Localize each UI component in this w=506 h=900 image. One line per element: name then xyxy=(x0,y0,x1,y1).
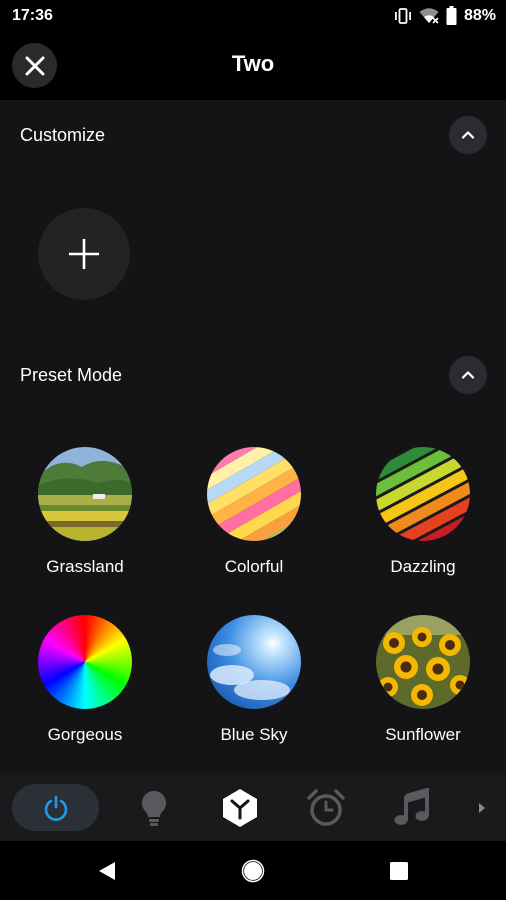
plus-icon xyxy=(69,239,99,269)
dazzling-stripes-image xyxy=(376,447,470,541)
system-nav-bar xyxy=(0,841,506,900)
back-icon xyxy=(99,862,115,880)
power-icon xyxy=(44,795,67,821)
battery-percentage: 88% xyxy=(463,6,496,24)
blue-sky-image xyxy=(207,615,301,709)
battery-icon xyxy=(446,6,457,25)
preset-label: Colorful xyxy=(224,557,284,576)
preset-label: Sunflower xyxy=(385,725,461,744)
recents-button[interactable] xyxy=(387,859,411,883)
home-icon xyxy=(241,859,265,883)
preset-item-colorful[interactable]: Colorful xyxy=(189,447,319,577)
preset-label: Gorgeous xyxy=(47,725,123,744)
tab-light[interactable] xyxy=(130,784,178,831)
back-button[interactable] xyxy=(95,859,119,883)
recents-icon xyxy=(390,862,408,880)
preset-item-dazzling[interactable]: Dazzling xyxy=(358,447,488,577)
preset-collapse-button[interactable] xyxy=(449,356,487,394)
tab-scene[interactable] xyxy=(216,784,264,831)
status-icons: 88% xyxy=(394,6,496,25)
sunflower-image xyxy=(376,615,470,709)
scene-cube-icon xyxy=(223,788,257,827)
tab-alarm[interactable] xyxy=(302,784,350,831)
preset-item-grassland[interactable]: Grassland xyxy=(20,447,150,577)
bottom-tab-bar xyxy=(0,773,506,841)
page-title: Two xyxy=(231,51,275,76)
colorful-stripes-image xyxy=(207,447,301,541)
preset-item-sunflower[interactable]: Sunflower xyxy=(358,615,488,745)
preset-item-blue-sky[interactable]: Blue Sky xyxy=(189,615,319,745)
customize-section-title: Customize xyxy=(20,125,106,145)
main-content: Customize Preset Mode Grassland Colorful… xyxy=(0,100,506,773)
status-time: 17:36 xyxy=(12,7,53,24)
add-custom-mode-button[interactable] xyxy=(38,208,130,300)
app-header: Two xyxy=(0,32,506,100)
preset-label: Dazzling xyxy=(390,557,456,576)
vibrate-icon xyxy=(394,7,411,24)
preset-section-title: Preset Mode xyxy=(20,365,123,385)
preset-label: Grassland xyxy=(46,557,124,576)
grassland-image xyxy=(38,447,132,541)
preset-label: Blue Sky xyxy=(220,725,288,744)
chevron-up-icon xyxy=(461,131,475,139)
more-arrow-icon xyxy=(479,802,485,813)
tab-music[interactable] xyxy=(388,784,436,831)
chevron-up-icon xyxy=(461,371,475,379)
home-button[interactable] xyxy=(241,859,265,883)
customize-collapse-button[interactable] xyxy=(449,116,487,154)
wifi-icon xyxy=(419,7,439,24)
tab-power[interactable] xyxy=(12,784,99,831)
status-bar: 17:36 88% xyxy=(0,0,506,32)
color-wheel-image xyxy=(38,615,132,709)
preset-item-gorgeous[interactable]: Gorgeous xyxy=(20,615,150,745)
alarm-clock-icon xyxy=(307,788,345,826)
bulb-icon xyxy=(141,790,167,826)
tab-more[interactable] xyxy=(470,784,494,831)
music-note-icon xyxy=(394,787,429,825)
